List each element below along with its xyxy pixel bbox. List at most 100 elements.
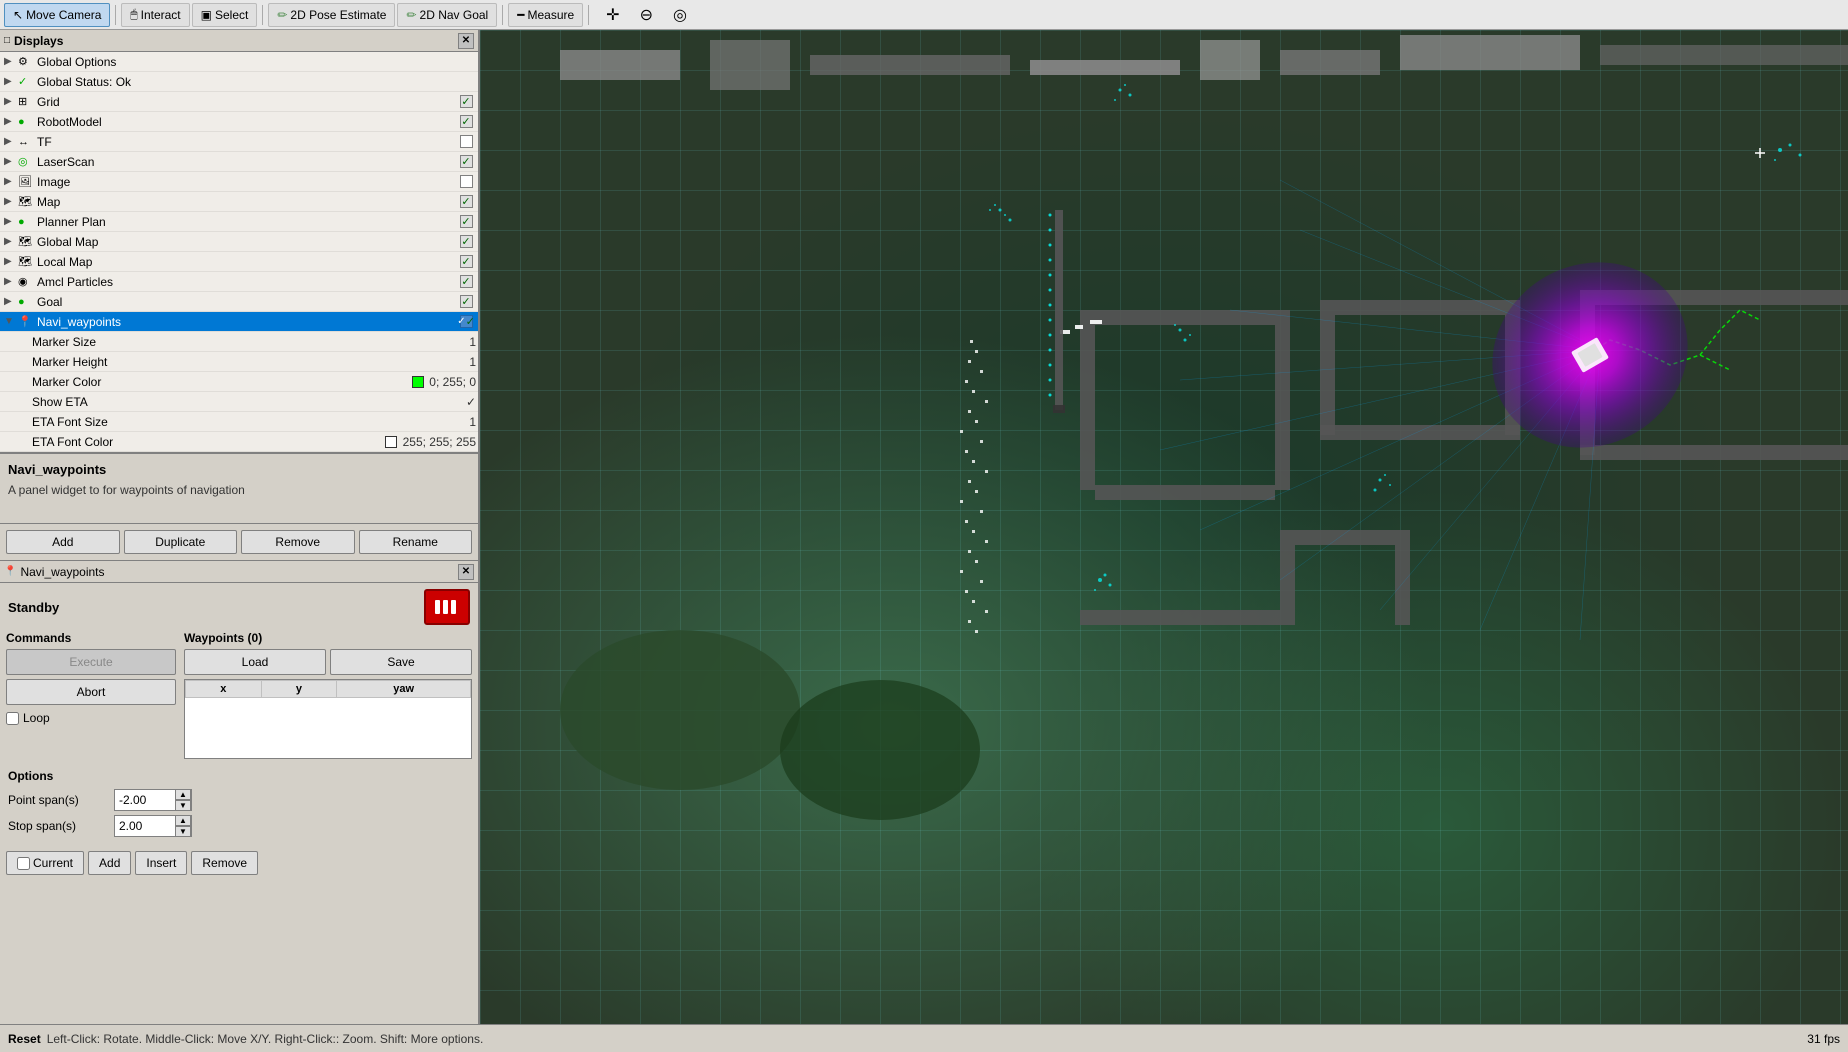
camera-icon-2[interactable]: ⊖ [632,3,661,27]
check-cell-robotmodel[interactable] [456,115,476,128]
tree-item-navi-waypoints[interactable]: ▼ 📍 Navi_waypoints ✓ [0,312,478,332]
tree-item-amcl-particles[interactable]: ▶ ◉ Amcl Particles [0,272,478,292]
checkbox-grid[interactable] [460,95,473,108]
stop-span-down[interactable]: ▼ [175,826,191,837]
reset-button[interactable]: Reset [8,1032,41,1046]
label-eta-font-color: ETA Font Color [32,435,385,449]
checkbox-planner-plan[interactable] [460,215,473,228]
duplicate-display-button[interactable]: Duplicate [124,530,238,554]
expand-icon-global-status: ▶ [4,76,16,87]
point-span-up[interactable]: ▲ [175,789,191,800]
checkbox-global-map[interactable] [460,235,473,248]
remove-waypoint-button[interactable]: Remove [191,851,258,875]
checkbox-robotmodel[interactable] [460,115,473,128]
rename-display-button[interactable]: Rename [359,530,473,554]
check-cell-global-map[interactable] [456,235,476,248]
interact-label: Interact [141,8,181,22]
measure-button[interactable]: ━ Measure [508,3,583,27]
check-cell-tf[interactable] [456,135,476,148]
stop-span-up[interactable]: ▲ [175,815,191,826]
icon-grid: ⊞ [18,95,34,108]
navi-widget-close-button[interactable]: ✕ [458,564,474,580]
tree-item-marker-color[interactable]: Marker Color 0; 255; 0 [0,372,478,392]
point-span-arrows: ▲ ▼ [175,789,191,811]
point-span-spinbox: ▲ ▼ [114,789,192,811]
camera-icon-3[interactable]: ◎ [665,3,695,27]
displays-title-row: □ Displays [4,34,63,48]
map-viewport[interactable] [480,30,1848,1024]
stop-span-input[interactable] [115,817,175,835]
displays-icon: □ [4,35,10,46]
tree-item-eta-font-size[interactable]: ETA Font Size 1 [0,412,478,432]
checkbox-tf[interactable] [460,135,473,148]
checkbox-local-map[interactable] [460,255,473,268]
check-cell-local-map[interactable] [456,255,476,268]
select-label: Select [215,8,248,22]
expand-icon-tf: ▶ [4,136,16,147]
tree-item-goal[interactable]: ▶ ● Goal [0,292,478,312]
standby-icon-button[interactable] [424,589,470,625]
check-cell-amcl-particles[interactable] [456,275,476,288]
tree-item-map[interactable]: ▶ 🗺 Map [0,192,478,212]
check-cell-navi-waypoints[interactable]: ✓ [456,315,476,328]
toolbar: ↖ Move Camera 🖱 Interact ▣ Select ✏ 2D P… [0,0,1848,30]
waypoints-section: Waypoints (0) Load Save x y yaw [184,631,472,759]
move-camera-button[interactable]: ↖ Move Camera [4,3,110,27]
standby-row: Standby [0,583,478,631]
remove-display-button[interactable]: Remove [241,530,355,554]
icon-goal: ● [18,296,34,308]
checkbox-amcl-particles[interactable] [460,275,473,288]
tree-item-image[interactable]: ▶ 🖼 Image [0,172,478,192]
navi-widget-header: 📍 Navi_waypoints ✕ [0,561,478,583]
tree-item-grid[interactable]: ▶ ⊞ Grid [0,92,478,112]
checkbox-goal[interactable] [460,295,473,308]
color-swatch-marker[interactable] [412,376,424,388]
toolbar-separator-2 [262,5,263,25]
loop-checkbox[interactable] [6,712,19,725]
tree-item-tf[interactable]: ▶ ↔ TF [0,132,478,152]
check-cell-grid[interactable] [456,95,476,108]
load-waypoints-button[interactable]: Load [184,649,326,675]
nav-goal-label: 2D Nav Goal [420,8,489,22]
label-global-map: Global Map [37,235,456,249]
checkbox-map[interactable] [460,195,473,208]
pose-estimate-button[interactable]: ✏ 2D Pose Estimate [268,3,395,27]
tree-item-global-status[interactable]: ▶ ✓ Global Status: Ok [0,72,478,92]
value-marker-color: 0; 255; 0 [412,375,476,389]
tree-item-planner-plan[interactable]: ▶ ● Planner Plan [0,212,478,232]
save-waypoints-button[interactable]: Save [330,649,472,675]
add-display-button[interactable]: Add [6,530,120,554]
point-span-input[interactable] [115,791,175,809]
checkbox-navi-waypoints[interactable]: ✓ [460,315,473,328]
check-cell-map[interactable] [456,195,476,208]
check-cell-laserscan[interactable] [456,155,476,168]
tree-item-marker-height[interactable]: Marker Height 1 [0,352,478,372]
tree-item-robotmodel[interactable]: ▶ ● RobotModel [0,112,478,132]
check-cell-goal[interactable] [456,295,476,308]
tree-item-eta-font-color[interactable]: ETA Font Color 255; 255; 255 [0,432,478,452]
tree-item-laserscan[interactable]: ▶ ◎ LaserScan [0,152,478,172]
tree-item-global-options[interactable]: ▶ ⚙ Global Options [0,52,478,72]
displays-close-button[interactable]: ✕ [458,33,474,49]
add-waypoint-button[interactable]: Add [88,851,131,875]
tree-item-show-eta[interactable]: Show ETA ✓ [0,392,478,412]
nav-goal-button[interactable]: ✏ 2D Nav Goal [397,3,497,27]
interact-button[interactable]: 🖱 Interact [121,3,189,27]
standby-label: Standby [8,600,59,615]
current-waypoint-button[interactable]: Current [6,851,84,875]
checkbox-image[interactable] [460,175,473,188]
insert-waypoint-button[interactable]: Insert [135,851,187,875]
abort-button[interactable]: Abort [6,679,176,705]
commands-section: Commands Execute Abort Loop [6,631,176,759]
tree-item-local-map[interactable]: ▶ 🗺 Local Map [0,252,478,272]
check-cell-image[interactable] [456,175,476,188]
color-swatch-eta-font[interactable] [385,436,397,448]
check-cell-planner-plan[interactable] [456,215,476,228]
current-checkbox[interactable] [17,857,30,870]
tree-item-global-map[interactable]: ▶ 🗺 Global Map [0,232,478,252]
checkbox-laserscan[interactable] [460,155,473,168]
point-span-down[interactable]: ▼ [175,800,191,811]
select-button[interactable]: ▣ Select [192,3,258,27]
tree-item-marker-size[interactable]: Marker Size 1 [0,332,478,352]
camera-icon-1[interactable]: ✛ [598,3,627,27]
